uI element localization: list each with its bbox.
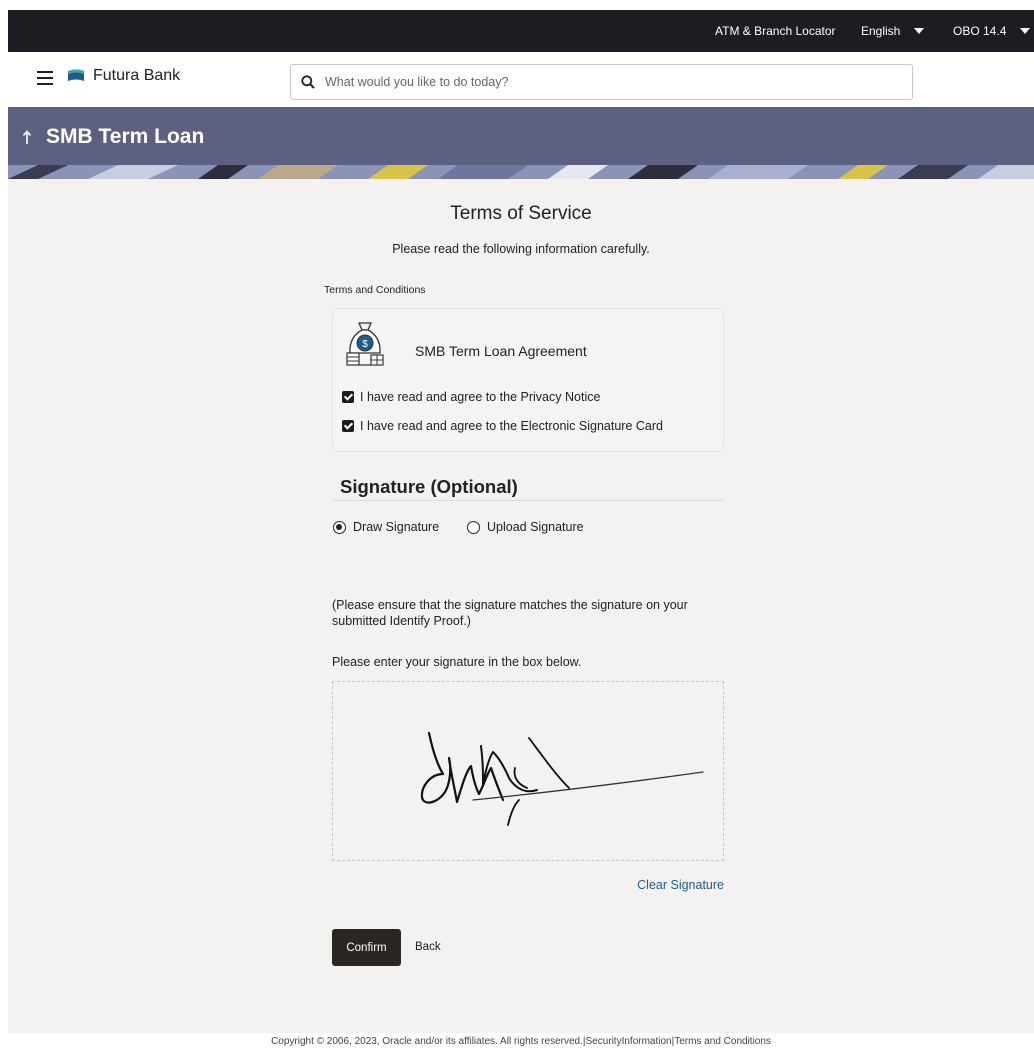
privacy-notice-label: I have read and agree to the Privacy Not… [360, 390, 601, 404]
money-bag-icon: $ [346, 322, 384, 366]
upload-signature-label: Upload Signature [487, 520, 584, 534]
version-selector[interactable]: OBO 14.4 [953, 10, 1031, 52]
language-label: English [861, 24, 901, 38]
svg-text:$: $ [362, 339, 368, 350]
radio-unselected-icon[interactable] [467, 520, 480, 534]
signature-heading: Signature (Optional) [340, 476, 518, 497]
brand-name: Futura Bank [93, 67, 181, 84]
back-link[interactable]: Back [415, 941, 441, 953]
agreement-card: $ SMB Term Loan Agreement I have read an… [332, 308, 724, 452]
search-icon [301, 75, 315, 89]
confirm-button[interactable]: Confirm [332, 929, 401, 966]
atm-branch-locator-link[interactable]: ATM & Branch Locator [715, 10, 836, 52]
page-title-text: SMB Term Loan [46, 125, 205, 148]
signature-drawing [420, 731, 704, 826]
top-bar: ATM & Branch Locator English OBO 14.4 [8, 10, 1034, 52]
electronic-signature-checkbox[interactable]: I have read and agree to the Electronic … [342, 419, 663, 433]
page-title: SMB Term Loan [22, 125, 204, 149]
terms-title: Terms of Service [450, 203, 592, 224]
app-frame: ATM & Branch Locator English OBO 14.4 Fu… [8, 10, 1034, 1052]
banner-decoration [8, 165, 1034, 179]
clear-signature-link[interactable]: Clear Signature [608, 878, 724, 892]
language-selector[interactable]: English [861, 10, 925, 52]
brand-logo[interactable]: Futura Bank [67, 67, 180, 85]
radio-selected-icon[interactable] [333, 520, 346, 534]
terms-section-label: Terms and Conditions [324, 284, 426, 296]
footer: Copyright © 2006, 2023, Oracle and/or it… [8, 1033, 1034, 1052]
checkbox-checked-icon[interactable] [342, 391, 354, 403]
privacy-notice-checkbox[interactable]: I have read and agree to the Privacy Not… [342, 390, 600, 404]
signature-instruction: Please enter your signature in the box b… [332, 655, 582, 669]
checkbox-checked-icon[interactable] [342, 420, 354, 432]
signature-note: (Please ensure that the signature matche… [332, 598, 688, 628]
draw-signature-label: Draw Signature [353, 520, 440, 534]
electronic-signature-label: I have read and agree to the Electronic … [360, 419, 663, 433]
atm-branch-locator-label: ATM & Branch Locator [715, 24, 836, 38]
caret-down-icon [1020, 28, 1031, 34]
upload-signature-radio[interactable]: Upload Signature [467, 520, 584, 534]
search-bar[interactable] [290, 64, 913, 100]
page-banner: SMB Term Loan [8, 107, 1034, 179]
caret-down-icon [914, 28, 925, 34]
back-arrow-icon[interactable] [22, 129, 32, 145]
divider [332, 500, 724, 501]
header: Futura Bank [8, 52, 1034, 107]
draw-signature-radio[interactable]: Draw Signature [333, 520, 439, 534]
bank-logo-icon [68, 69, 84, 81]
terms-subtitle: Please read the following information ca… [392, 242, 650, 256]
hamburger-icon[interactable] [37, 71, 53, 85]
signature-pad[interactable] [332, 681, 724, 861]
version-label: OBO 14.4 [953, 24, 1007, 38]
agreement-title: SMB Term Loan Agreement [415, 343, 587, 359]
search-input[interactable] [325, 75, 885, 89]
